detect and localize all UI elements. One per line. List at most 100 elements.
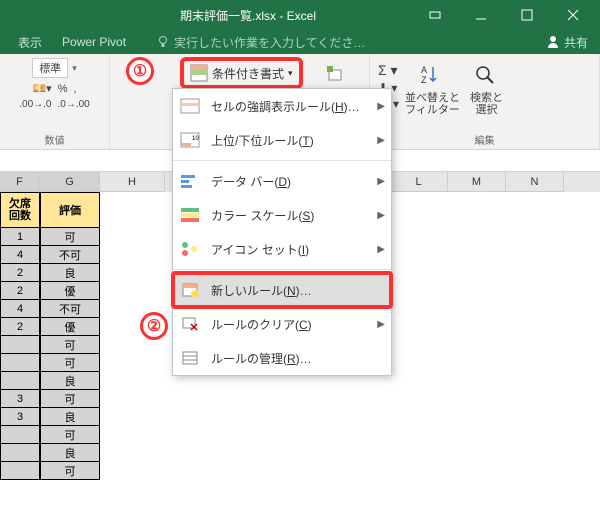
- share-label: 共有: [564, 34, 588, 51]
- menu-icon-sets[interactable]: アイコン セット(I) ▶: [173, 232, 391, 266]
- number-format-std[interactable]: 標準: [32, 58, 68, 78]
- cell-rating[interactable]: 良: [40, 372, 100, 390]
- submenu-arrow-icon: ▶: [377, 101, 385, 112]
- minimize-button[interactable]: [458, 0, 504, 30]
- cell-absences[interactable]: 1: [0, 228, 40, 246]
- dropdown-icon[interactable]: ▾: [72, 63, 77, 74]
- col-F[interactable]: F: [0, 172, 40, 192]
- share-button[interactable]: 共有: [534, 34, 600, 51]
- menu-separator: [173, 160, 391, 161]
- cell-absences[interactable]: 4: [0, 300, 40, 318]
- svg-text:Z: Z: [421, 75, 427, 85]
- submenu-arrow-icon: ▶: [377, 244, 385, 255]
- ribbon-display-button[interactable]: [412, 0, 458, 30]
- menu-label: セルの強調表示ルール(H)…: [211, 98, 360, 115]
- cell-absences[interactable]: [0, 336, 40, 354]
- ribbon-tabs: 表示 Power Pivot 実行したい作業を入力してくださ… 共有: [0, 30, 600, 54]
- sort-label: 並べ替えと フィルター: [405, 92, 460, 116]
- menu-new-rule[interactable]: 新しいルール(N)…: [173, 273, 391, 307]
- bulb-icon: [156, 35, 170, 49]
- chevron-down-icon: ▾: [288, 68, 293, 79]
- cell-rating[interactable]: 可: [40, 354, 100, 372]
- menu-data-bars[interactable]: データ バー(D) ▶: [173, 164, 391, 198]
- cell-rating[interactable]: 可: [40, 336, 100, 354]
- cell-rating[interactable]: 優: [40, 318, 100, 336]
- cell-absences[interactable]: [0, 354, 40, 372]
- cell-rating[interactable]: 優: [40, 282, 100, 300]
- cell-rating[interactable]: 不可: [40, 246, 100, 264]
- table-row: 3良: [0, 408, 600, 426]
- tell-me[interactable]: 実行したい作業を入力してくださ…: [156, 34, 534, 51]
- svg-text:A: A: [421, 65, 427, 75]
- find-select-button[interactable]: 検索と 選択: [466, 58, 507, 118]
- conditional-formatting-button[interactable]: 条件付き書式 ▾: [180, 57, 303, 89]
- editing-group: Σ ▾ ⬇ ▾ 🧹▾ AZ 並べ替えと フィルター 検索と 選択 編集: [370, 54, 600, 149]
- menu-label: 上位/下位ルール(T): [211, 132, 314, 149]
- table-row: 3可: [0, 390, 600, 408]
- menu-label: ルールの管理(R)…: [211, 350, 312, 367]
- increase-decimal-icon[interactable]: .00→.0: [19, 99, 51, 110]
- svg-text:10: 10: [192, 136, 199, 142]
- table-row: 良: [0, 444, 600, 462]
- cell-rating[interactable]: 不可: [40, 300, 100, 318]
- table-row: 可: [0, 462, 600, 480]
- comma-icon[interactable]: ,: [73, 83, 76, 95]
- col-N[interactable]: N: [506, 172, 564, 192]
- col-M[interactable]: M: [448, 172, 506, 192]
- col-L[interactable]: L: [390, 172, 448, 192]
- cell-rating[interactable]: 可: [40, 390, 100, 408]
- annotation-2: ②: [140, 312, 168, 340]
- close-button[interactable]: [550, 0, 596, 30]
- menu-manage-rules[interactable]: ルールの管理(R)…: [173, 341, 391, 375]
- sort-icon: AZ: [416, 60, 448, 92]
- person-icon: [546, 35, 560, 49]
- cell-absences[interactable]: 4: [0, 246, 40, 264]
- find-label: 検索と 選択: [470, 92, 503, 116]
- cf-label: 条件付き書式: [212, 65, 284, 82]
- menu-clear-rules[interactable]: ルールのクリア(C) ▶: [173, 307, 391, 341]
- menu-color-scales[interactable]: カラー スケール(S) ▶: [173, 198, 391, 232]
- cell-rating[interactable]: 可: [40, 228, 100, 246]
- tell-me-text: 実行したい作業を入力してくださ…: [174, 34, 365, 51]
- cell-rating[interactable]: 良: [40, 444, 100, 462]
- window-title: 期末評価一覧.xlsx - Excel: [84, 7, 412, 24]
- cell-rating[interactable]: 可: [40, 426, 100, 444]
- cell-absences[interactable]: 2: [0, 318, 40, 336]
- cell-absences[interactable]: 3: [0, 390, 40, 408]
- col-G[interactable]: G: [40, 172, 100, 192]
- cell-absences[interactable]: [0, 444, 40, 462]
- cell-absences[interactable]: [0, 372, 40, 390]
- cell-absences[interactable]: 2: [0, 282, 40, 300]
- submenu-arrow-icon: ▶: [377, 210, 385, 221]
- cf-icon: [190, 64, 208, 82]
- cell-absences[interactable]: [0, 426, 40, 444]
- cell-absences[interactable]: 3: [0, 408, 40, 426]
- cell-absences[interactable]: 2: [0, 264, 40, 282]
- titlebar: 期末評価一覧.xlsx - Excel: [0, 0, 600, 30]
- submenu-arrow-icon: ▶: [377, 135, 385, 146]
- cell-rating[interactable]: 良: [40, 264, 100, 282]
- sort-filter-button[interactable]: AZ 並べ替えと フィルター: [401, 58, 464, 118]
- tab-view[interactable]: 表示: [8, 34, 52, 51]
- cell-rating[interactable]: 良: [40, 408, 100, 426]
- cell-absences[interactable]: [0, 462, 40, 480]
- number-group: 標準 ▾ 💴▾ % , .00→.0 .0→.00 数値: [0, 54, 110, 149]
- submenu-arrow-icon: ▶: [377, 176, 385, 187]
- databar-icon: [179, 172, 201, 190]
- topbottom-icon: 10: [179, 131, 201, 149]
- maximize-button[interactable]: [504, 0, 550, 30]
- menu-separator: [173, 269, 391, 270]
- decrease-decimal-icon[interactable]: .0→.00: [58, 99, 90, 110]
- autosum-icon[interactable]: Σ ▾: [378, 62, 399, 79]
- submenu-arrow-icon: ▶: [377, 319, 385, 330]
- menu-highlight-cells[interactable]: セルの強調表示ルール(H)… ▶: [173, 89, 391, 123]
- percent-icon[interactable]: %: [58, 83, 68, 95]
- editing-group-label: 編集: [376, 132, 593, 149]
- cell-rating[interactable]: 可: [40, 462, 100, 480]
- manage-rules-icon: [179, 349, 201, 367]
- col-H[interactable]: H: [100, 172, 165, 192]
- colorscale-icon: [179, 206, 201, 224]
- tab-powerpivot[interactable]: Power Pivot: [52, 35, 136, 49]
- currency-icon[interactable]: 💴▾: [32, 82, 51, 95]
- menu-top-bottom[interactable]: 10 上位/下位ルール(T) ▶: [173, 123, 391, 157]
